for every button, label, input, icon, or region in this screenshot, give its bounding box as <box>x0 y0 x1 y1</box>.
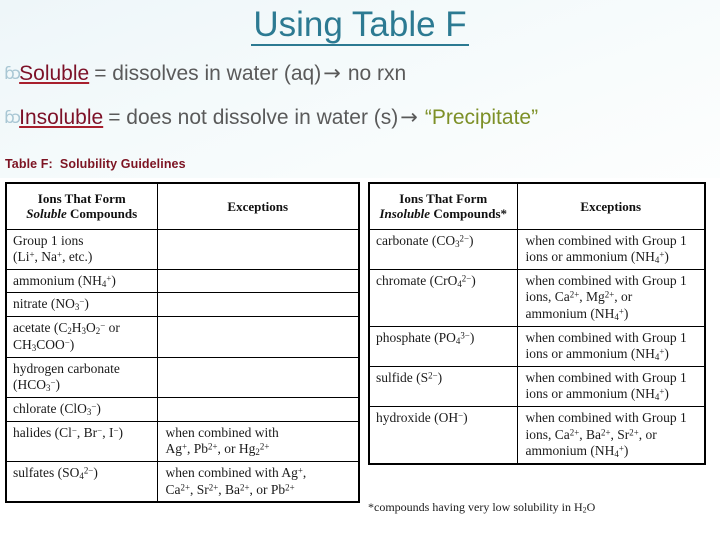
ion-cell: carbonate (CO32−) <box>368 228 518 270</box>
header-exceptions-insoluble: Exceptions <box>516 182 706 230</box>
table-row: nitrate (NO3−) <box>5 292 360 318</box>
bullet-item-insoluble: ɓɔ Insoluble = does not dissolve in wate… <box>4 106 720 129</box>
exception-cell <box>156 356 360 399</box>
ion-cell: phosphate (PO43−) <box>368 325 518 367</box>
ion-cell: sulfide (S2−) <box>368 365 518 408</box>
ion-cell: hydroxide (OH−) <box>368 406 518 465</box>
slide-title: Using Table F <box>0 0 720 46</box>
table-row: acetate (C2H3O2− or CH3COO−) <box>5 316 360 358</box>
table-row: carbonate (CO32−) when combined with Grou… <box>368 228 706 270</box>
right-arrow-icon: → <box>400 105 418 130</box>
exception-cell: when combined with Group 1 ions, Ca2+, Mg… <box>516 268 706 327</box>
ion-cell: ammonium (NH4+) <box>5 268 158 294</box>
table-header-row: Ions That Form Insoluble Compounds* Exce… <box>368 182 706 230</box>
header-exceptions-soluble: Exceptions <box>156 182 360 230</box>
table-header-row: Ions That Form Soluble Compounds Excepti… <box>5 182 360 230</box>
exception-cell: when combined with Group 1 ions or ammoni… <box>516 365 706 408</box>
table-row: chromate (CrO42−) when combined with Grou… <box>368 268 706 327</box>
table-caption: Table F: Solubility Guidelines <box>5 157 186 171</box>
term-insoluble: Insoluble <box>19 106 104 130</box>
bullet-ornament-icon: ɓɔ <box>4 64 21 84</box>
bullet-list: ɓɔ Soluble = dissolves in water (aq) → n… <box>0 62 720 129</box>
ion-cell: sulfates (SO42−) <box>5 461 158 503</box>
bullet-ornament-icon: ɓɔ <box>4 108 21 129</box>
exception-cell <box>156 397 360 422</box>
table-row: sulfide (S2−) when combined with Group 1i… <box>368 365 706 408</box>
table-row: hydrogen carbonate (HCO3−) <box>5 356 360 399</box>
precipitate-highlight: “Precipitate” <box>424 106 539 130</box>
soluble-result: no rxn <box>347 62 407 85</box>
ion-cell: Group 1 ions (Li+, Na+, etc.) <box>5 228 158 270</box>
insoluble-definition: = does not dissolve in water (s) <box>108 106 399 130</box>
ion-cell: acetate (C2H3O2− or CH3COO−) <box>5 316 158 358</box>
table-row: sulfates (SO42−) when combined with Ag+, C… <box>5 461 360 503</box>
term-soluble: Soluble <box>19 62 90 85</box>
insoluble-table-footnote: *compounds having very low solubility in… <box>368 500 596 515</box>
header-ions-insoluble: Ions That Form Insoluble Compounds* <box>368 182 518 230</box>
right-arrow-icon: → <box>323 61 341 85</box>
exception-cell: when combined with Group 1 ions or ammoni… <box>516 325 706 367</box>
soluble-table-body: Group 1 ions (Li+, Na+, etc.) ammonium (NH… <box>5 228 360 503</box>
header-ions-soluble: Ions That Form Soluble Compounds <box>5 182 158 230</box>
table-row: ammonium (NH4+) <box>5 268 360 294</box>
ion-cell: nitrate (NO3−) <box>5 292 158 318</box>
table-row: hydroxide (OH−) when combined with Group … <box>368 406 706 465</box>
exception-cell: when combined with Group 1 ions, Ca2+, Ba… <box>516 406 706 465</box>
table-row: halides (Cl−, Br−, I−) when combined with… <box>5 420 360 463</box>
ion-cell: hydrogen carbonate (HCO3−) <box>5 356 158 399</box>
table-row: phosphate (PO43−) when combined with Grou… <box>368 325 706 367</box>
table-row: Group 1 ions (Li+, Na+, etc.) <box>5 228 360 270</box>
exception-cell: when combined with Ag+, Pb2+, or Hg22+ <box>156 420 360 463</box>
exception-cell <box>156 268 360 294</box>
soluble-definition: = dissolves in water (aq) <box>94 62 322 85</box>
ion-cell: chromate (CrO42−) <box>368 268 518 327</box>
soluble-compounds-table: Ions That Form Soluble Compounds Excepti… <box>5 182 360 504</box>
exception-cell <box>156 316 360 358</box>
exception-cell: when combined with Ag+, Ca2+, Sr2+, Ba2+,… <box>156 461 360 503</box>
table-row: chlorate (ClO3−) <box>5 397 360 422</box>
exception-cell <box>156 292 360 318</box>
reference-table-f: Ions That Form Soluble Compounds Excepti… <box>0 178 720 540</box>
insoluble-compounds-table: Ions That Form Insoluble Compounds* Exce… <box>368 182 706 465</box>
bullet-item-soluble: ɓɔ Soluble = dissolves in water (aq) → n… <box>4 62 720 85</box>
ion-cell: chlorate (ClO3−) <box>5 397 158 422</box>
exception-cell: when combined with Group 1 ions or ammoni… <box>516 228 706 270</box>
exception-cell <box>156 228 360 270</box>
insoluble-table-body: carbonate (CO32−) when combined with Grou… <box>368 228 706 465</box>
slide-title-text: Using Table F <box>253 5 467 44</box>
ion-cell: halides (Cl−, Br−, I−) <box>5 420 158 463</box>
